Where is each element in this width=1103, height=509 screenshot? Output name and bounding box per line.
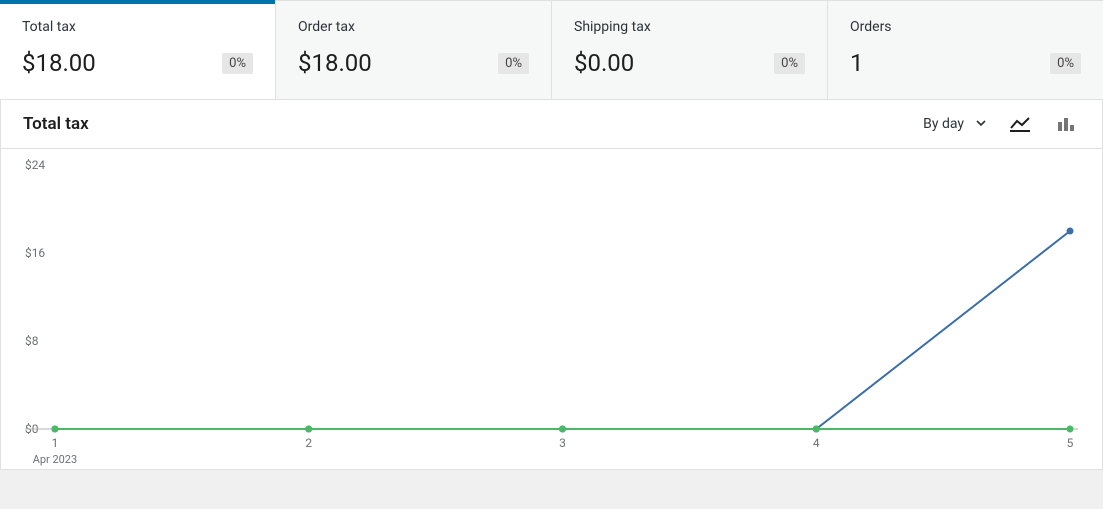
interval-select[interactable]: By day (921, 112, 988, 136)
report-container: Total tax $18.00 0% Order tax $18.00 0% … (0, 0, 1103, 470)
chart-type-bar-button[interactable] (1052, 110, 1080, 138)
svg-text:4: 4 (813, 436, 820, 450)
stat-value: $18.00 (22, 49, 96, 77)
stat-value-row: 1 0% (850, 49, 1081, 77)
svg-text:$16: $16 (25, 246, 45, 260)
stat-delta: 0% (222, 53, 253, 74)
interval-label: By day (923, 116, 964, 132)
chart-body: $0$8$16$2412345Apr 2023 (1, 149, 1102, 469)
stat-label: Order tax (298, 19, 529, 35)
stat-value-row: $18.00 0% (22, 49, 253, 77)
svg-text:3: 3 (559, 436, 566, 450)
chart-type-line-button[interactable] (1006, 110, 1034, 138)
stats-row: Total tax $18.00 0% Order tax $18.00 0% … (0, 0, 1103, 100)
stat-label: Shipping tax (574, 19, 805, 35)
stat-card-orders[interactable]: Orders 1 0% (828, 1, 1103, 99)
stat-value-row: $18.00 0% (298, 49, 529, 77)
chart-svg: $0$8$16$2412345Apr 2023 (23, 155, 1080, 469)
stat-label: Orders (850, 19, 1081, 35)
svg-text:$8: $8 (25, 334, 39, 348)
stat-delta: 0% (774, 53, 805, 74)
chart-header: Total tax By day (1, 100, 1102, 149)
stat-card-order-tax[interactable]: Order tax $18.00 0% (276, 1, 552, 99)
svg-text:2: 2 (305, 436, 312, 450)
svg-text:Apr 2023: Apr 2023 (33, 453, 77, 466)
stat-label: Total tax (22, 19, 253, 35)
svg-text:$24: $24 (25, 158, 45, 172)
stat-value: $0.00 (574, 49, 634, 77)
stat-delta: 0% (1050, 53, 1081, 74)
stat-delta: 0% (498, 53, 529, 74)
chart-panel: Total tax By day (0, 100, 1103, 470)
chevron-down-icon (976, 116, 986, 132)
bar-chart-icon (1056, 116, 1076, 132)
chart-controls: By day (921, 110, 1080, 138)
stat-card-shipping-tax[interactable]: Shipping tax $0.00 0% (552, 1, 828, 99)
stat-card-total-tax[interactable]: Total tax $18.00 0% (0, 1, 276, 99)
svg-text:5: 5 (1067, 436, 1074, 450)
svg-text:1: 1 (52, 436, 59, 450)
line-chart-icon (1010, 116, 1030, 132)
stat-value: $18.00 (298, 49, 372, 77)
stat-value-row: $0.00 0% (574, 49, 805, 77)
stat-value: 1 (850, 49, 864, 77)
chart-title: Total tax (23, 114, 89, 134)
